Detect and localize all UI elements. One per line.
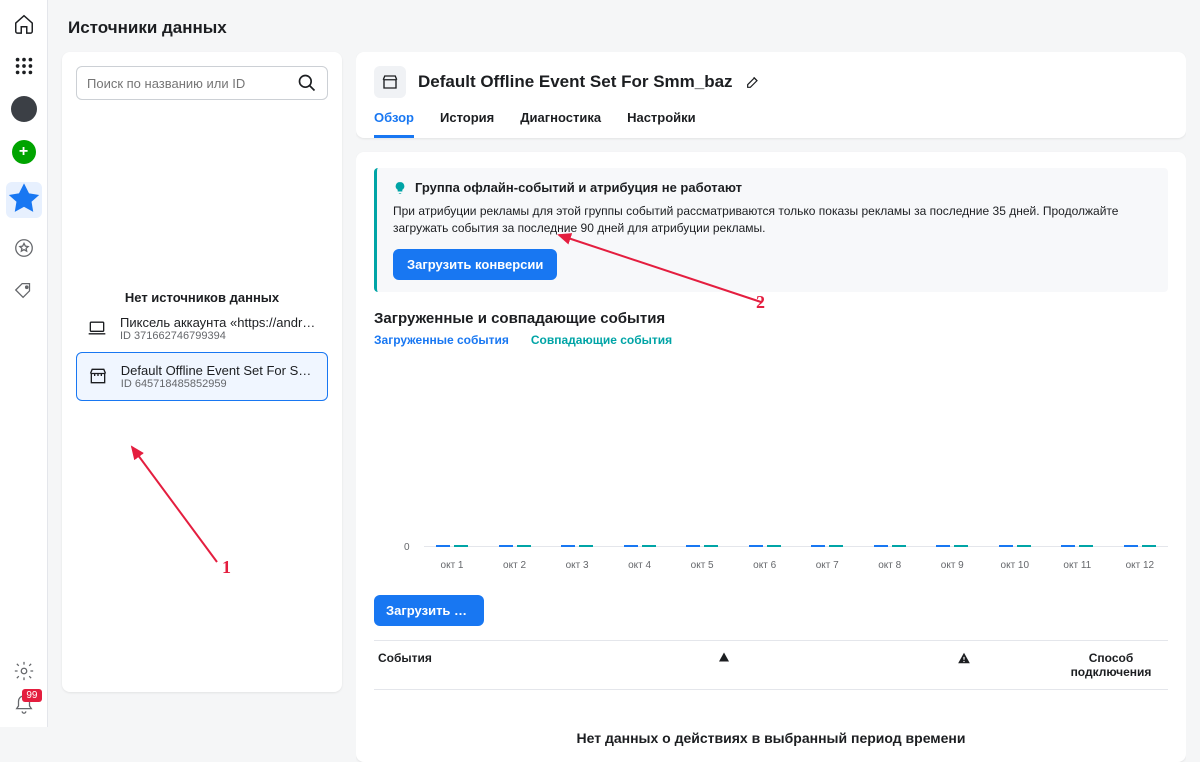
no-data-message: Нет данных о действиях в выбранный перио… bbox=[374, 730, 1168, 746]
events-table-header: События Способ подключения bbox=[374, 640, 1168, 690]
nav-rail: + 99 bbox=[0, 0, 48, 727]
source-item-title: Пиксель аккаунта «https://andrey… bbox=[120, 315, 320, 330]
annotation-arrow-1 bbox=[122, 442, 232, 572]
legend-uploaded: Загруженные события bbox=[374, 333, 509, 347]
annotation-number-1: 1 bbox=[222, 557, 231, 578]
tab-diagnostics[interactable]: Диагностика bbox=[520, 110, 601, 138]
chart-zero-label: 0 bbox=[404, 542, 410, 553]
alert-body: При атрибуции рекламы для этой группы со… bbox=[393, 203, 1152, 237]
alert-box: Группа офлайн-событий и атрибуция не раб… bbox=[374, 168, 1168, 292]
edit-icon[interactable] bbox=[745, 74, 761, 90]
sources-list-card: Нет источников данных Пиксель аккаунта «… bbox=[62, 52, 342, 692]
search-input[interactable] bbox=[87, 76, 297, 91]
warning-triangle-icon bbox=[718, 651, 730, 663]
notification-badge: 99 bbox=[22, 689, 41, 702]
store-icon bbox=[85, 363, 111, 389]
source-item-id: ID 645718485852959 bbox=[121, 378, 319, 390]
lightbulb-icon bbox=[393, 181, 407, 195]
laptop-icon bbox=[84, 315, 110, 341]
annotation-number-2: 2 bbox=[756, 292, 765, 313]
event-set-title: Default Offline Event Set For Smm_baz bbox=[418, 72, 733, 92]
settings-icon[interactable] bbox=[12, 659, 36, 683]
alert-title: Группа офлайн-событий и атрибуция не раб… bbox=[415, 180, 742, 195]
home-icon[interactable] bbox=[12, 12, 36, 36]
source-item-id: ID 371662746799394 bbox=[120, 330, 320, 342]
data-sources-nav-icon[interactable] bbox=[6, 182, 42, 218]
alert-triangle-icon bbox=[957, 651, 971, 665]
source-item-title: Default Offline Event Set For Smm_… bbox=[121, 363, 319, 378]
no-sources-label: Нет источников данных bbox=[76, 290, 328, 305]
tag-icon[interactable] bbox=[12, 278, 36, 302]
col-alert-indicator bbox=[874, 651, 1054, 679]
col-events: События bbox=[374, 651, 574, 679]
col-warning-indicator bbox=[574, 651, 874, 679]
star-icon[interactable] bbox=[12, 236, 36, 260]
avatar[interactable] bbox=[11, 96, 37, 122]
page-title: Источники данных bbox=[48, 0, 1200, 52]
search-box[interactable] bbox=[76, 66, 328, 100]
notifications-icon[interactable]: 99 bbox=[12, 693, 36, 717]
body-card: Группа офлайн-событий и атрибуция не раб… bbox=[356, 152, 1186, 762]
main-area: Источники данных Нет источников данных П… bbox=[48, 0, 1200, 727]
legend-matched: Совпадающие события bbox=[531, 333, 672, 347]
apps-grid-icon[interactable] bbox=[12, 54, 36, 78]
col-connection-method: Способ подключения bbox=[1054, 651, 1168, 679]
search-icon bbox=[297, 73, 317, 93]
tab-overview[interactable]: Обзор bbox=[374, 110, 414, 138]
header-card: Default Offline Event Set For Smm_baz Об… bbox=[356, 52, 1186, 138]
upload-conversions-button[interactable]: Загрузить конверсии bbox=[393, 249, 557, 280]
upload-from-button[interactable]: Загрузить с… bbox=[374, 595, 484, 626]
tab-settings[interactable]: Настройки bbox=[627, 110, 696, 138]
events-section-title: Загруженные и совпадающие события bbox=[374, 310, 1168, 327]
source-item-offline-selected[interactable]: Default Offline Event Set For Smm_… ID 6… bbox=[76, 352, 328, 401]
tab-history[interactable]: История bbox=[440, 110, 494, 138]
store-icon bbox=[374, 66, 406, 98]
tabs: Обзор История Диагностика Настройки bbox=[374, 110, 1168, 138]
add-button[interactable]: + bbox=[12, 140, 36, 164]
events-chart: 0 окт 1окт 2окт 3окт 4окт 5окт 6окт 7окт… bbox=[374, 361, 1168, 571]
source-item-pixel[interactable]: Пиксель аккаунта «https://andrey… ID 371… bbox=[76, 305, 328, 352]
